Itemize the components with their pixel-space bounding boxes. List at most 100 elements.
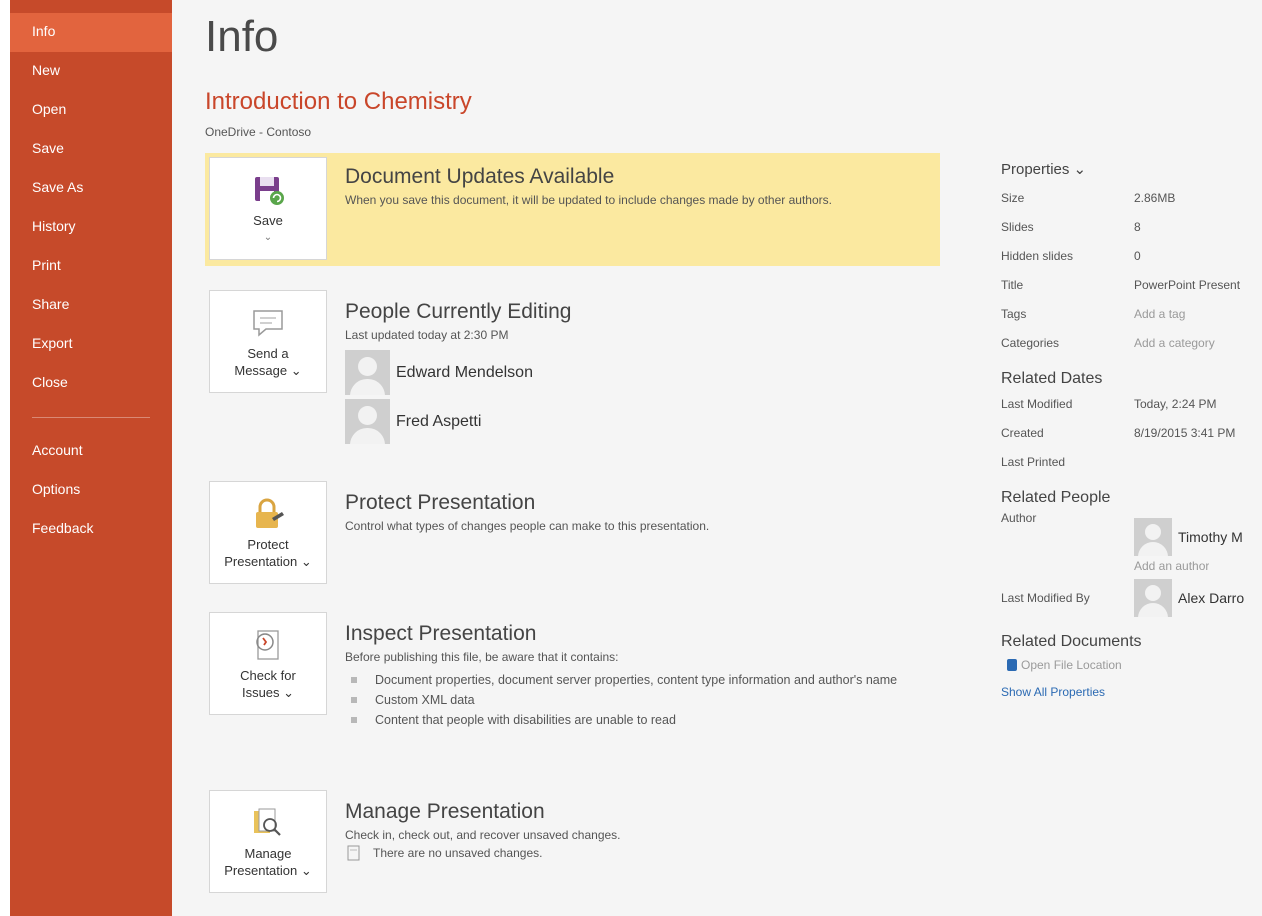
manage-description: Check in, check out, and recover unsaved… [345,828,621,842]
related-dates-heading: Related Dates [1001,370,1103,387]
last-modified-person[interactable]: Alex Darro [1134,579,1244,617]
show-all-properties-link[interactable]: Show All Properties [1001,685,1262,699]
property-value: 8/19/2015 3:41 PM [1134,426,1236,440]
document-updates-section: Save ⌄ Document Updates Available When y… [205,153,940,266]
avatar [345,350,390,395]
property-label: Slides [1001,220,1034,234]
open-file-location-link[interactable]: Open File Location [1001,653,1262,677]
nav-share[interactable]: Share [10,286,172,325]
property-row: Tags Add a tag [1001,300,1262,329]
tags-field[interactable]: Add a tag [1134,300,1185,329]
protect-label-2: Presentation ⌄ [224,554,312,569]
nav-history[interactable]: History [10,208,172,247]
check-for-issues-button[interactable]: Check for Issues ⌄ [209,612,327,715]
updates-description: When you save this document, it will be … [345,193,832,207]
folder-icon [1007,659,1017,671]
author-name: Timothy M [1178,529,1243,545]
inspect-title: Inspect Presentation [345,622,537,645]
nav-close[interactable]: Close [10,364,172,403]
document-title: Introduction to Chemistry [205,88,472,115]
property-label: Title [1001,278,1024,292]
editor-person[interactable]: Edward Mendelson [345,350,920,395]
manage-presentation-button[interactable]: Manage Presentation ⌄ [209,790,327,893]
no-unsaved-changes-text: There are no unsaved changes. [373,846,543,860]
nav-print[interactable]: Print [10,247,172,286]
avatar [1134,579,1172,617]
avatar [1134,518,1172,556]
author-person[interactable]: Timothy M [1134,517,1243,557]
nav-open[interactable]: Open [10,91,172,130]
manage-label: Manage [244,846,292,861]
document-location: OneDrive - Contoso [205,125,312,139]
editing-body: People Currently Editing Last updated to… [345,290,920,444]
protect-presentation-button[interactable]: Protect Presentation ⌄ [209,481,327,584]
nav-feedback[interactable]: Feedback [10,510,172,549]
title-field[interactable]: PowerPoint Present [1134,271,1240,300]
inspect-body: Inspect Presentation Before publishing t… [345,612,920,730]
list-item: Custom XML data [345,690,920,710]
categories-field[interactable]: Add a category [1134,329,1215,358]
page-title: Info [205,12,279,61]
last-modified-by-row: Last Modified By Alex Darro [1001,575,1262,621]
nav-options[interactable]: Options [10,471,172,510]
manage-body: Manage Presentation Check in, check out,… [345,790,920,862]
check-issues-label-2: Issues ⌄ [241,685,295,700]
chevron-down-icon: ⌄ [263,232,273,243]
property-row: Slides 8 [1001,213,1262,242]
updates-body: Document Updates Available When you save… [345,155,920,209]
document-icon [347,845,361,861]
avatar [345,399,390,444]
lock-icon [250,496,286,532]
editor-name: Edward Mendelson [396,363,533,381]
property-row: Title PowerPoint Present [1001,271,1262,300]
property-label: Tags [1001,307,1027,321]
nav-info[interactable]: Info [10,13,172,52]
property-label: Created [1001,426,1044,440]
property-value: 2.86MB [1134,191,1176,205]
send-message-label-2: Message ⌄ [234,363,302,378]
check-issues-label: Check for [240,668,296,683]
protect-body: Protect Presentation Control what types … [345,481,920,535]
inspect-document-icon [250,627,286,663]
updates-title: Document Updates Available [345,165,615,188]
property-label: Last Modified [1001,397,1073,411]
add-author-row: Add an author [1001,557,1262,575]
property-value: Today, 2:24 PM [1134,397,1217,411]
property-label: Hidden slides [1001,249,1074,263]
author-row: Author Timothy M [1001,509,1262,557]
nav-save-as[interactable]: Save As [10,169,172,208]
manage-section: Manage Presentation ⌄ Manage Presentatio… [205,790,940,900]
related-people-heading: Related People [1001,489,1111,506]
nav-account[interactable]: Account [10,432,172,471]
properties-panel: Properties ⌄ Size 2.86MB Slides 8 Hidden s… [1001,160,1262,699]
property-row: Size 2.86MB [1001,184,1262,213]
manage-title: Manage Presentation [345,800,545,823]
editor-name: Fred Aspetti [396,412,482,430]
property-value: 0 [1134,249,1141,263]
manage-note: There are no unsaved changes. [345,844,920,862]
related-documents-heading: Related Documents [1001,633,1142,650]
properties-dropdown[interactable]: Properties ⌄ [1001,160,1262,178]
nav-export[interactable]: Export [10,325,172,364]
protect-label: Protect [247,537,289,552]
send-message-button[interactable]: Send a Message ⌄ [209,290,327,393]
save-icon [250,172,286,208]
property-row: Created 8/19/2015 3:41 PM [1001,419,1262,448]
nav-new[interactable]: New [10,52,172,91]
send-message-label: Send a [247,346,289,361]
property-label: Last Printed [1001,455,1066,469]
editor-person[interactable]: Fred Aspetti [345,399,920,444]
protect-section: Protect Presentation ⌄ Protect Presentat… [205,481,940,591]
property-row: Last Printed [1001,448,1262,477]
nav-divider [32,417,150,418]
property-value: 8 [1134,220,1141,234]
inspect-section: Check for Issues ⌄ Inspect Presentation … [205,612,940,772]
people-editing-section: Send a Message ⌄ People Currently Editin… [205,290,940,460]
inspect-description: Before publishing this file, be aware th… [345,650,619,664]
add-author-field[interactable]: Add an author [1134,557,1209,575]
save-button[interactable]: Save ⌄ [209,157,327,260]
property-label: Author [1001,511,1037,525]
property-label: Last Modified By [1001,591,1090,605]
nav-save[interactable]: Save [10,130,172,169]
